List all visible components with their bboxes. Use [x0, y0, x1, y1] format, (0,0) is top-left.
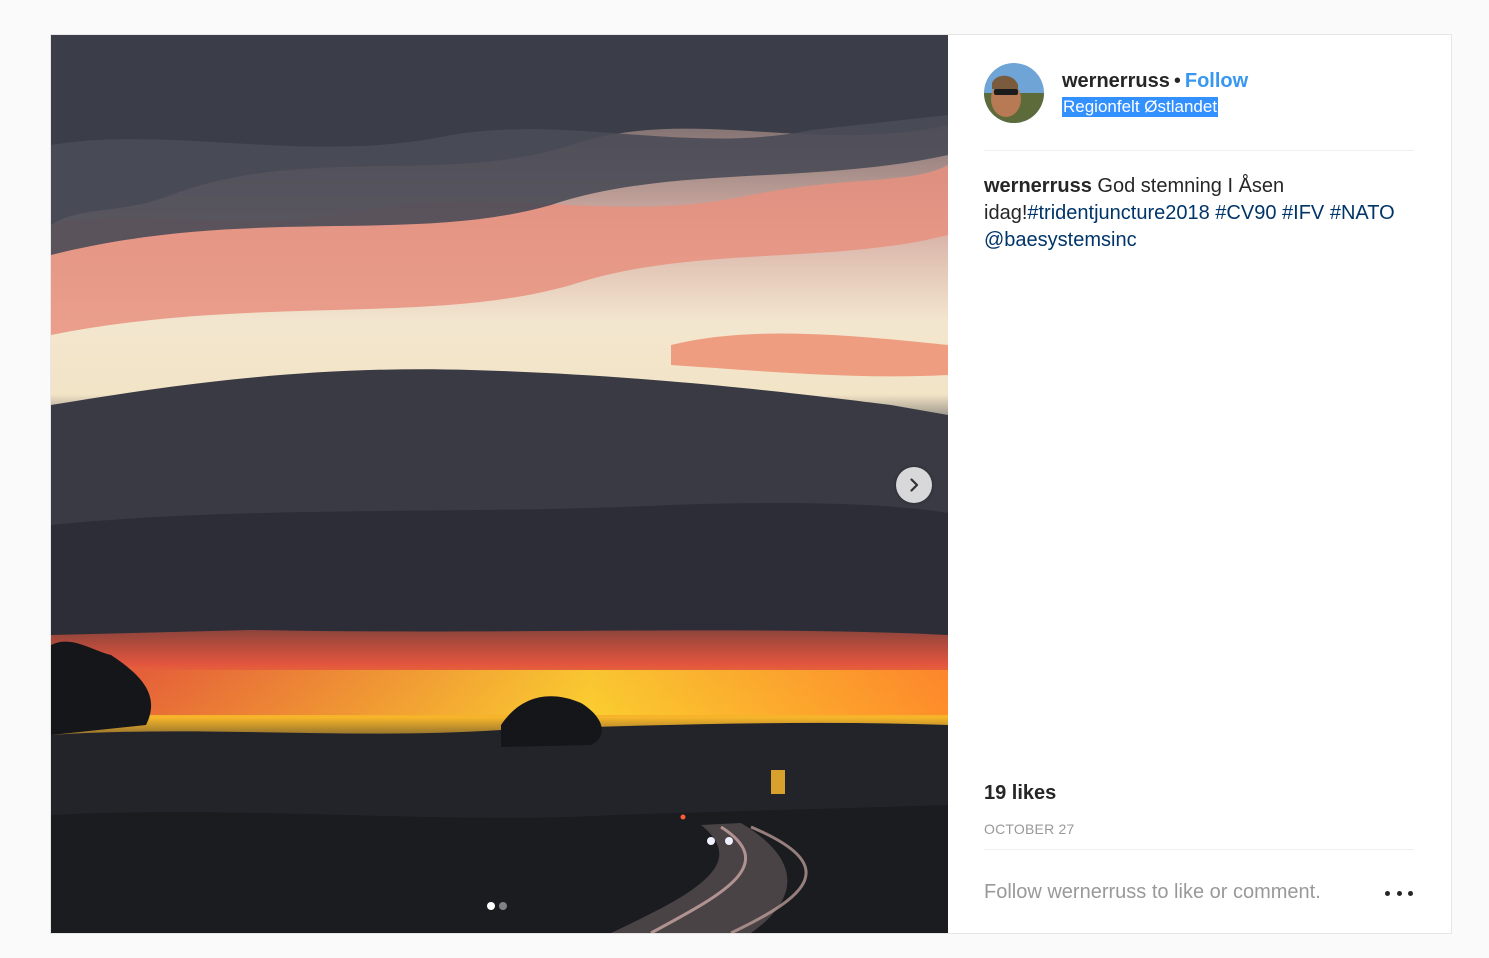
post-caption: wernerruss God stemning I Åsen idag!#tri…	[984, 173, 1416, 254]
carousel-indicator	[487, 902, 507, 910]
carousel-dot	[499, 902, 507, 910]
post-header: wernerruss • Follow Regionfelt Østlandet	[984, 63, 1414, 151]
divider	[984, 849, 1414, 850]
author-line: wernerruss • Follow	[1062, 70, 1248, 93]
post-photo[interactable]	[51, 35, 948, 933]
location-link[interactable]: Regionfelt Østlandet	[1062, 97, 1219, 117]
follow-button[interactable]: Follow	[1185, 70, 1248, 92]
post-date: OCTOBER 27	[984, 821, 1075, 837]
avatar[interactable]	[984, 63, 1044, 123]
carousel-dot-active	[487, 902, 495, 910]
post-sidebar: wernerruss • Follow Regionfelt Østlandet w…	[948, 35, 1451, 933]
separator-dot: •	[1173, 70, 1181, 92]
more-options-icon[interactable]	[1385, 881, 1413, 905]
avatar-image	[984, 63, 1044, 123]
more-dot	[1396, 890, 1402, 896]
mention-link[interactable]: @baesystemsinc	[984, 229, 1137, 251]
sunset-photo	[51, 35, 948, 933]
likes-count[interactable]: 19 likes	[984, 782, 1056, 805]
login-prompt[interactable]: Follow wernerruss to like or comment.	[984, 881, 1321, 904]
hashtag-link[interactable]: #CV90	[1215, 202, 1276, 224]
more-dot	[1408, 890, 1413, 896]
post-card: wernerruss • Follow Regionfelt Østlandet w…	[50, 34, 1452, 934]
author-username[interactable]: wernerruss	[1062, 70, 1170, 92]
hashtag-link[interactable]: #IFV	[1282, 202, 1324, 224]
caption-username[interactable]: wernerruss	[984, 175, 1092, 197]
hashtag-link[interactable]: #tridentjuncture2018	[1027, 202, 1209, 224]
chevron-right-icon	[910, 478, 919, 492]
more-dot	[1385, 890, 1390, 896]
next-slide-button[interactable]	[896, 467, 932, 503]
hashtag-link[interactable]: #NATO	[1330, 202, 1395, 224]
